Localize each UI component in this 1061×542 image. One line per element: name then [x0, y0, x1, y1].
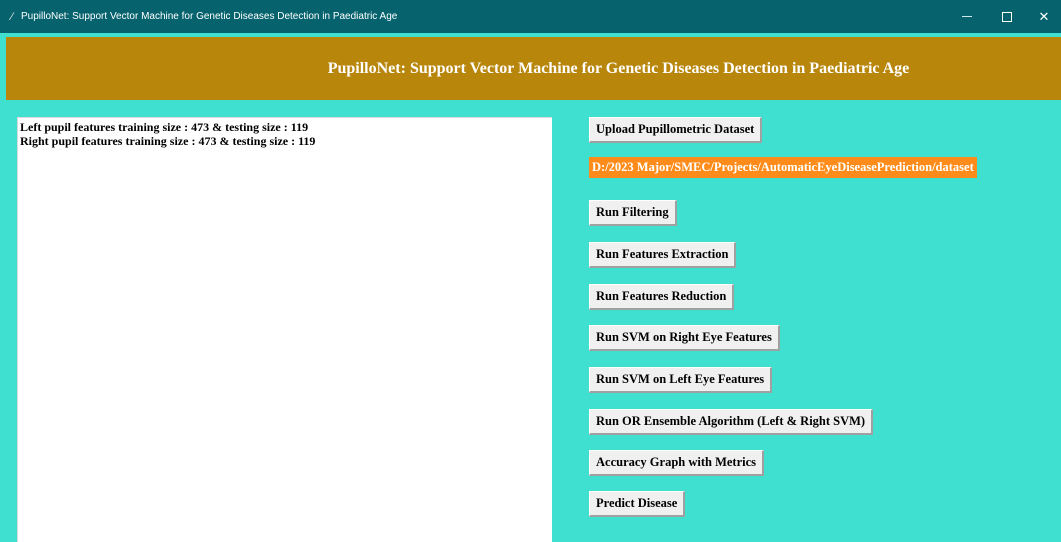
window-title: PupilloNet: Support Vector Machine for G… [21, 11, 398, 22]
run-svm-right-button[interactable]: Run SVM on Right Eye Features [589, 325, 780, 351]
title-bar[interactable]: ∕ PupilloNet: Support Vector Machine for… [0, 0, 1061, 33]
close-icon: ✕ [1038, 8, 1050, 24]
output-line: Right pupil features training size : 473… [20, 134, 316, 148]
run-features-extraction-button[interactable]: Run Features Extraction [589, 242, 737, 268]
minimize-button[interactable] [947, 0, 987, 33]
maximize-icon [1002, 11, 1012, 22]
maximize-button[interactable] [987, 0, 1027, 33]
feather-icon: ∕ [11, 10, 13, 23]
window-controls: ✕ [947, 0, 1061, 33]
output-text-area[interactable]: Left pupil features training size : 473 … [17, 117, 552, 542]
run-svm-left-button[interactable]: Run SVM on Left Eye Features [589, 367, 773, 393]
predict-disease-button[interactable]: Predict Disease [589, 491, 686, 517]
output-line: Left pupil features training size : 473 … [20, 120, 309, 134]
minimize-icon [962, 16, 972, 17]
dataset-path-label: D:/2023 Major/SMEC/Projects/AutomaticEye… [589, 157, 977, 178]
banner: PupilloNet: Support Vector Machine for G… [6, 37, 1061, 100]
accuracy-graph-button[interactable]: Accuracy Graph with Metrics [589, 450, 765, 476]
run-filtering-button[interactable]: Run Filtering [589, 200, 677, 226]
banner-title: PupilloNet: Support Vector Machine for G… [327, 59, 910, 77]
app-window: ∕ PupilloNet: Support Vector Machine for… [0, 0, 1061, 542]
run-or-ensemble-button[interactable]: Run OR Ensemble Algorithm (Left & Right … [589, 409, 874, 435]
close-button[interactable]: ✕ [1027, 0, 1061, 33]
run-features-reduction-button[interactable]: Run Features Reduction [589, 284, 735, 310]
upload-dataset-button[interactable]: Upload Pupillometric Dataset [589, 117, 763, 143]
